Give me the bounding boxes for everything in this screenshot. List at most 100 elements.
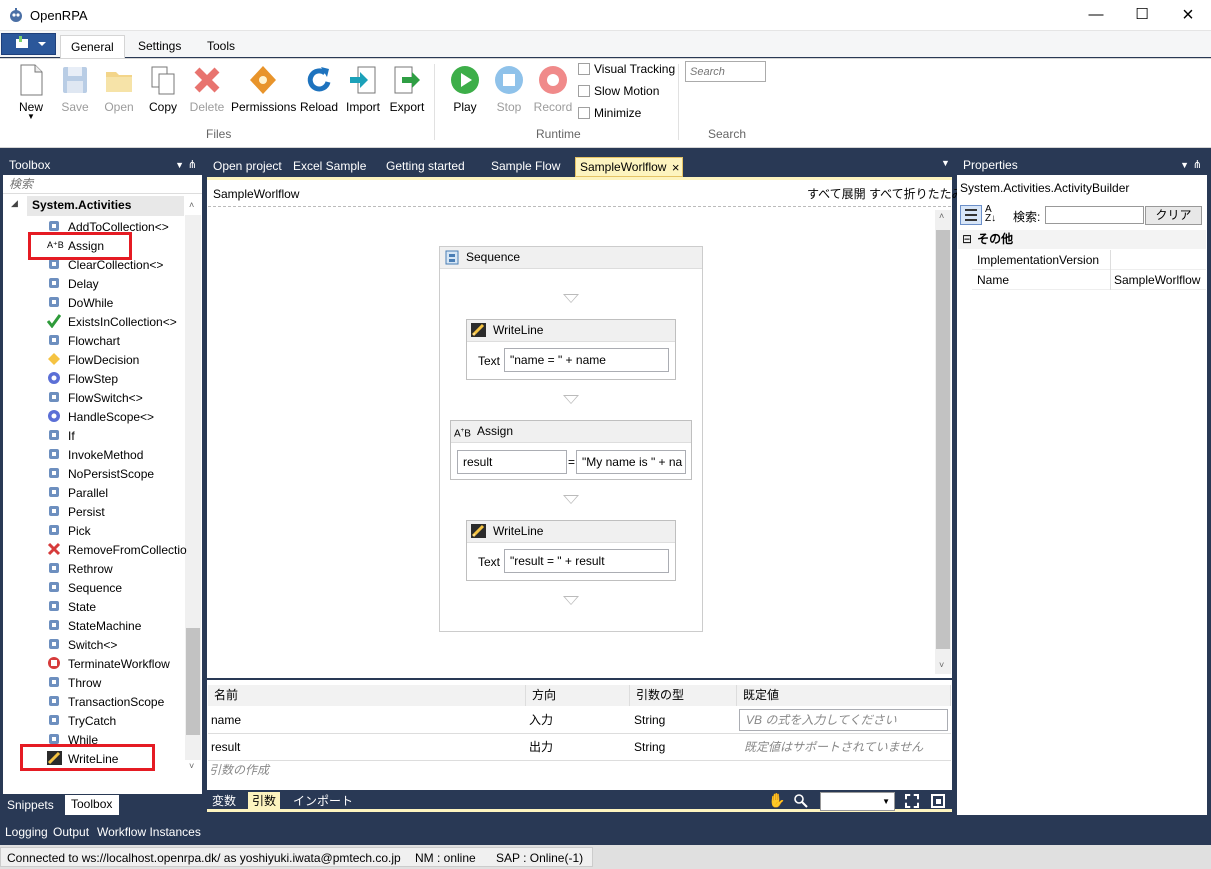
property-row[interactable]: Name SampleWorlflow [972,270,1206,290]
toolbox-category[interactable]: System.Activities [27,196,184,216]
toolbox-item[interactable]: FlowStep [47,370,118,389]
export-button[interactable]: Export [385,62,429,122]
arg-type[interactable]: String [631,707,665,733]
tab-workflow-instances[interactable]: Workflow Instances [97,824,201,842]
column-header-name[interactable]: 名前 [208,685,526,706]
tab-excel-sample[interactable]: Excel Sample [293,157,366,177]
dropdown-icon[interactable]: ▼ [1180,157,1189,174]
delete-button[interactable]: Delete [185,62,229,122]
minimize-icon[interactable]: — [1073,0,1119,31]
tab-snippets[interactable]: Snippets [7,797,54,813]
toolbox-item[interactable]: Rethrow [47,560,113,579]
new-button[interactable]: New ▼ [9,62,53,122]
toolbox-item[interactable]: FlowSwitch<> [47,389,143,408]
save-button[interactable]: Save [53,62,97,122]
toolbox-item[interactable]: RemoveFromCollectio [47,541,187,560]
toolbox-search-input[interactable] [3,175,202,194]
toolbox-item[interactable]: Delay [47,275,99,294]
zoom-select[interactable]: ▼ [820,792,895,811]
assign-value-field[interactable]: "My name is " + na [576,450,686,474]
ribbon-search-input[interactable] [685,61,766,82]
writeline-text-field[interactable]: "name = " + name [504,348,669,372]
minimize-checkbox[interactable]: Minimize [578,105,641,123]
properties-search-input[interactable] [1045,206,1144,224]
breadcrumb[interactable]: SampleWorlflow [213,187,299,201]
arg-direction[interactable]: 出力 [526,734,553,760]
toolbox-item[interactable]: Pick [47,522,91,541]
overview-map-icon[interactable] [931,794,945,808]
toolbox-item[interactable]: TerminateWorkflow [47,655,170,674]
assign-to-field[interactable]: result [457,450,567,474]
tab-tools[interactable]: Tools [197,35,245,59]
toolbox-item[interactable]: Flowchart [47,332,120,351]
toolbox-item[interactable]: TryCatch [47,712,116,731]
reload-button[interactable]: Reload [297,62,341,122]
categorized-view-icon[interactable] [960,205,982,225]
pan-hand-icon[interactable]: ✋ [768,792,785,808]
play-button[interactable]: Play [443,62,487,122]
tab-variables[interactable]: 変数 [208,792,240,810]
toolbox-item[interactable]: Parallel [47,484,108,503]
arg-type[interactable]: String [631,734,665,760]
toolbox-item[interactable]: TransactionScope [47,693,164,712]
record-button[interactable]: Record [531,62,575,122]
permissions-button[interactable]: Permissions [231,62,296,122]
toolbox-item[interactable]: State [47,598,96,617]
tab-getting-started[interactable]: Getting started [386,157,465,177]
dropdown-icon[interactable]: ▼ [175,157,184,174]
column-header-direction[interactable]: 方向 [526,685,630,706]
tab-output[interactable]: Output [53,824,89,842]
clear-button[interactable]: クリア [1145,206,1202,225]
toolbox-item[interactable]: Persist [47,503,105,522]
column-header-type[interactable]: 引数の型 [630,685,737,706]
toolbox-item[interactable]: Throw [47,674,101,693]
slow-motion-checkbox[interactable]: Slow Motion [578,83,659,101]
tab-list-dropdown-icon[interactable]: ▼ [941,158,950,168]
copy-button[interactable]: Copy [141,62,185,122]
toolbox-item[interactable]: Switch<> [47,636,117,655]
open-button[interactable]: Open [97,62,141,122]
tab-logging[interactable]: Logging [5,824,48,842]
toolbox-item[interactable]: If [47,427,75,446]
tab-settings[interactable]: Settings [128,35,191,59]
writeline-text-field[interactable]: "result = " + result [504,549,669,573]
import-button[interactable]: Import [341,62,385,122]
tab-imports[interactable]: インポート [289,792,357,810]
tab-general[interactable]: General [60,35,125,59]
close-tab-icon[interactable]: × [672,158,680,177]
toolbox-item[interactable]: FlowDecision [47,351,139,370]
tab-open-project[interactable]: Open project [213,157,282,177]
property-value[interactable]: SampleWorlflow [1114,273,1200,287]
toolbox-item[interactable]: NoPersistScope [47,465,154,484]
tab-toolbox[interactable]: Toolbox [65,795,119,815]
toolbox-item[interactable]: ExistsInCollection<> [47,313,177,332]
app-menu-button[interactable] [1,33,56,55]
property-category[interactable]: ⊟ その他 [958,230,1206,249]
toolbox-item[interactable]: HandleScope<> [47,408,154,427]
maximize-icon[interactable]: ☐ [1119,0,1165,31]
tab-sampleworlflow[interactable]: SampleWorlflow × [575,157,684,177]
scroll-down-icon[interactable]: ˅ [939,660,944,670]
pin-icon[interactable]: ⋔ [1193,157,1202,174]
scroll-up-icon[interactable]: ˄ [189,200,194,210]
fit-to-screen-icon[interactable] [905,794,919,808]
pin-icon[interactable]: ⋔ [188,157,197,174]
writeline-activity[interactable]: WriteLine Text "result = " + result [466,520,676,581]
sort-az-icon[interactable]: A Z↓ [985,205,1005,225]
column-header-default[interactable]: 既定値 [737,685,951,706]
collapse-all-link[interactable]: すべて折りたたみ [869,185,964,202]
arg-default-field[interactable]: VB の式を入力してください [739,709,948,731]
zoom-magnifier-icon[interactable] [794,794,808,808]
writeline-activity[interactable]: WriteLine Text "name = " + name [466,319,676,380]
expand-all-link[interactable]: すべて展開 [807,185,866,202]
tab-sample-flow[interactable]: Sample Flow [491,157,560,177]
designer-scrollbar-thumb[interactable] [936,230,950,649]
property-row[interactable]: ImplementationVersion [972,250,1206,270]
expand-triangle-icon[interactable]: ◢ [11,198,18,209]
table-row[interactable]: result 出力 String 既定値はサポートされていません [208,734,951,761]
tab-arguments[interactable]: 引数 [248,792,281,810]
scroll-down-icon[interactable]: ˅ [189,761,194,771]
visual-tracking-checkbox[interactable]: Visual Tracking [578,61,675,79]
toolbox-item[interactable]: StateMachine [47,617,141,636]
arg-direction[interactable]: 入力 [526,707,553,733]
